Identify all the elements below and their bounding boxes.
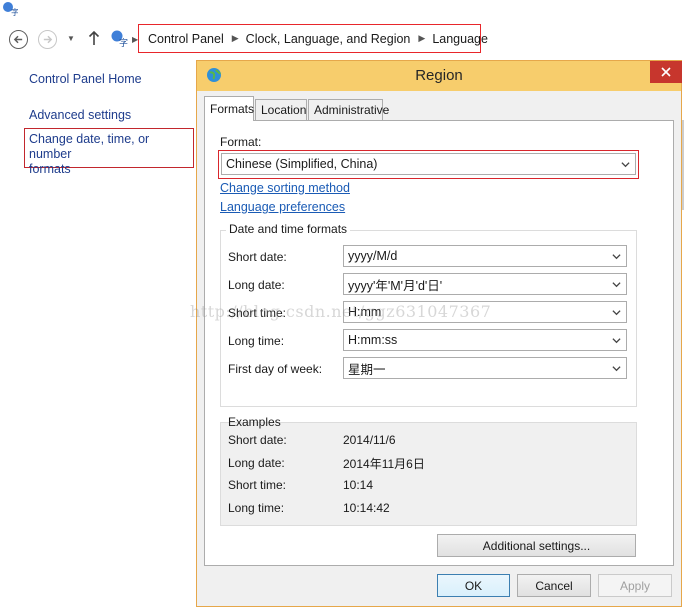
tab-administrative[interactable]: Administrative (308, 99, 389, 120)
format-highlight: Chinese (Simplified, China) (218, 150, 639, 179)
language-preferences-link[interactable]: Language preferences (220, 200, 345, 214)
close-icon (661, 67, 671, 77)
sidebar-change-line2: formats (29, 162, 71, 176)
example-short-date-label: Short date: (228, 433, 287, 447)
example-short-date-value: 2014/11/6 (343, 433, 396, 447)
language-app-icon: 字 (2, 1, 19, 17)
chevron-down-icon (612, 310, 621, 316)
close-button[interactable] (650, 61, 682, 83)
sidebar-control-panel-home[interactable]: Control Panel Home (29, 72, 142, 86)
first-day-of-week-label: First day of week: (228, 362, 323, 376)
long-date-value: yyyy'年'M'月'd'日' (348, 278, 443, 293)
chevron-down-icon (612, 366, 621, 372)
svg-text:字: 字 (119, 37, 128, 47)
short-date-value: yyyy/M/d (348, 249, 398, 263)
chevron-down-icon (612, 254, 621, 260)
format-dropdown[interactable]: Chinese (Simplified, China) (221, 153, 636, 175)
sidebar-advanced-settings[interactable]: Advanced settings (29, 108, 131, 122)
breadcrumb-item-control-panel[interactable]: Control Panel (148, 32, 224, 46)
chevron-down-icon (612, 338, 621, 344)
sidebar-change-date-time-formats[interactable]: Change date, time, or number formats (24, 128, 194, 176)
breadcrumb-separator-icon[interactable]: ▶ (418, 33, 425, 44)
long-date-dropdown[interactable]: yyyy'年'M'月'd'日' (343, 273, 627, 295)
long-time-value: H:mm:ss (348, 333, 398, 347)
example-long-time-value: 10:14:42 (343, 501, 390, 515)
region-dialog: Region Formats Location Administrative F… (196, 60, 682, 607)
short-time-value: H:mm (348, 305, 382, 319)
short-date-dropdown[interactable]: yyyy/M/d (343, 245, 627, 267)
recent-locations-chevron-down-icon[interactable]: ▼ (67, 34, 75, 43)
up-button[interactable] (87, 30, 101, 49)
change-sorting-method-link[interactable]: Change sorting method (220, 181, 350, 195)
first-day-of-week-value: 星期一 (348, 362, 386, 377)
long-time-label: Long time: (228, 334, 285, 348)
arrow-up-icon (88, 30, 100, 45)
tab-location[interactable]: Location (255, 99, 307, 120)
arrow-left-icon (13, 35, 23, 44)
breadcrumb-separator-icon[interactable]: ▶ (232, 33, 239, 44)
cancel-button[interactable]: Cancel (517, 574, 591, 597)
apply-button[interactable]: Apply (598, 574, 672, 597)
example-long-date-label: Long date: (228, 456, 285, 470)
forward-button[interactable] (38, 30, 57, 49)
example-short-time-label: Short time: (228, 478, 287, 492)
ok-button[interactable]: OK (437, 574, 510, 597)
example-long-time-label: Long time: (228, 501, 285, 515)
examples-heading: Examples (228, 415, 281, 429)
format-value: Chinese (Simplified, China) (226, 157, 378, 171)
chevron-down-icon (612, 282, 621, 288)
back-button[interactable] (9, 30, 28, 49)
date-time-formats-heading: Date and time formats (226, 222, 351, 236)
language-location-icon: 字 (110, 29, 128, 49)
sidebar-change-line1: Change date, time, or number (29, 132, 150, 161)
short-time-label: Short time: (228, 306, 287, 320)
long-date-label: Long date: (228, 278, 285, 292)
tab-formats[interactable]: Formats (204, 96, 254, 121)
example-short-time-value: 10:14 (343, 478, 374, 492)
example-long-date-value: 2014年11月6日 (343, 457, 425, 471)
svg-text:字: 字 (11, 7, 18, 17)
dialog-title: Region (415, 67, 463, 84)
format-label: Format: (220, 135, 262, 149)
short-time-dropdown[interactable]: H:mm (343, 301, 627, 323)
short-date-label: Short date: (228, 250, 287, 264)
breadcrumb-item-clock-language-region[interactable]: Clock, Language, and Region (246, 32, 411, 46)
additional-settings-button[interactable]: Additional settings... (437, 534, 636, 557)
breadcrumb: Control Panel ▶ Clock, Language, and Reg… (138, 24, 488, 53)
first-day-of-week-dropdown[interactable]: 星期一 (343, 357, 627, 379)
long-time-dropdown[interactable]: H:mm:ss (343, 329, 627, 351)
breadcrumb-item-language[interactable]: Language (432, 32, 488, 46)
arrow-right-icon (43, 35, 53, 44)
chevron-down-icon (621, 162, 630, 168)
